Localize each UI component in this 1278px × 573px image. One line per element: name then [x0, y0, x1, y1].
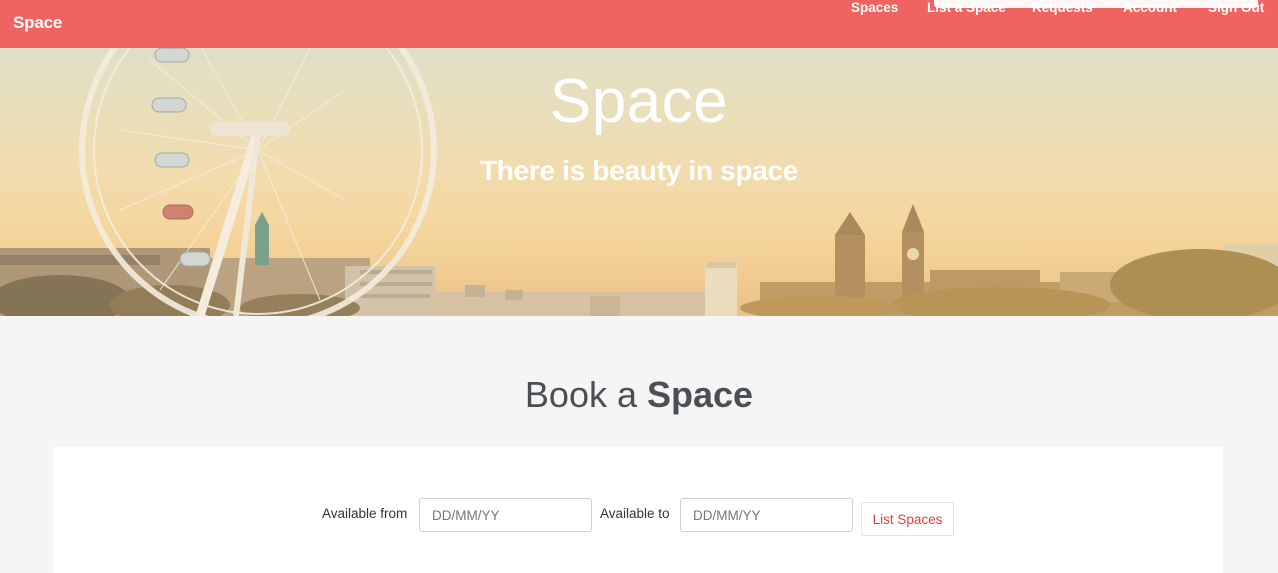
top-navbar: Space Spaces List a Space Requests Accou… [0, 0, 1278, 48]
available-to-label: Available to [600, 506, 670, 521]
nav-link-requests[interactable]: Requests [1032, 0, 1093, 15]
list-spaces-button[interactable]: List Spaces [861, 502, 954, 536]
nav-link-account[interactable]: Account [1123, 0, 1177, 15]
hero-title: Space [549, 67, 729, 136]
section-title: Book a Space [0, 374, 1278, 416]
section-title-bold: Space [647, 374, 754, 415]
available-from-input[interactable] [419, 498, 592, 532]
available-to-input[interactable] [680, 498, 853, 532]
nav-link-spaces[interactable]: Spaces [851, 0, 898, 15]
nav-link-list-a-space[interactable]: List a Space [927, 0, 1006, 15]
section-title-prefix: Book a [524, 374, 637, 415]
hero-subtitle: There is beauty in space [479, 155, 799, 186]
available-from-label: Available from [322, 506, 408, 521]
nav-link-sign-out[interactable]: Sign Out [1208, 0, 1264, 15]
brand-logo-link[interactable]: Space [13, 13, 62, 33]
